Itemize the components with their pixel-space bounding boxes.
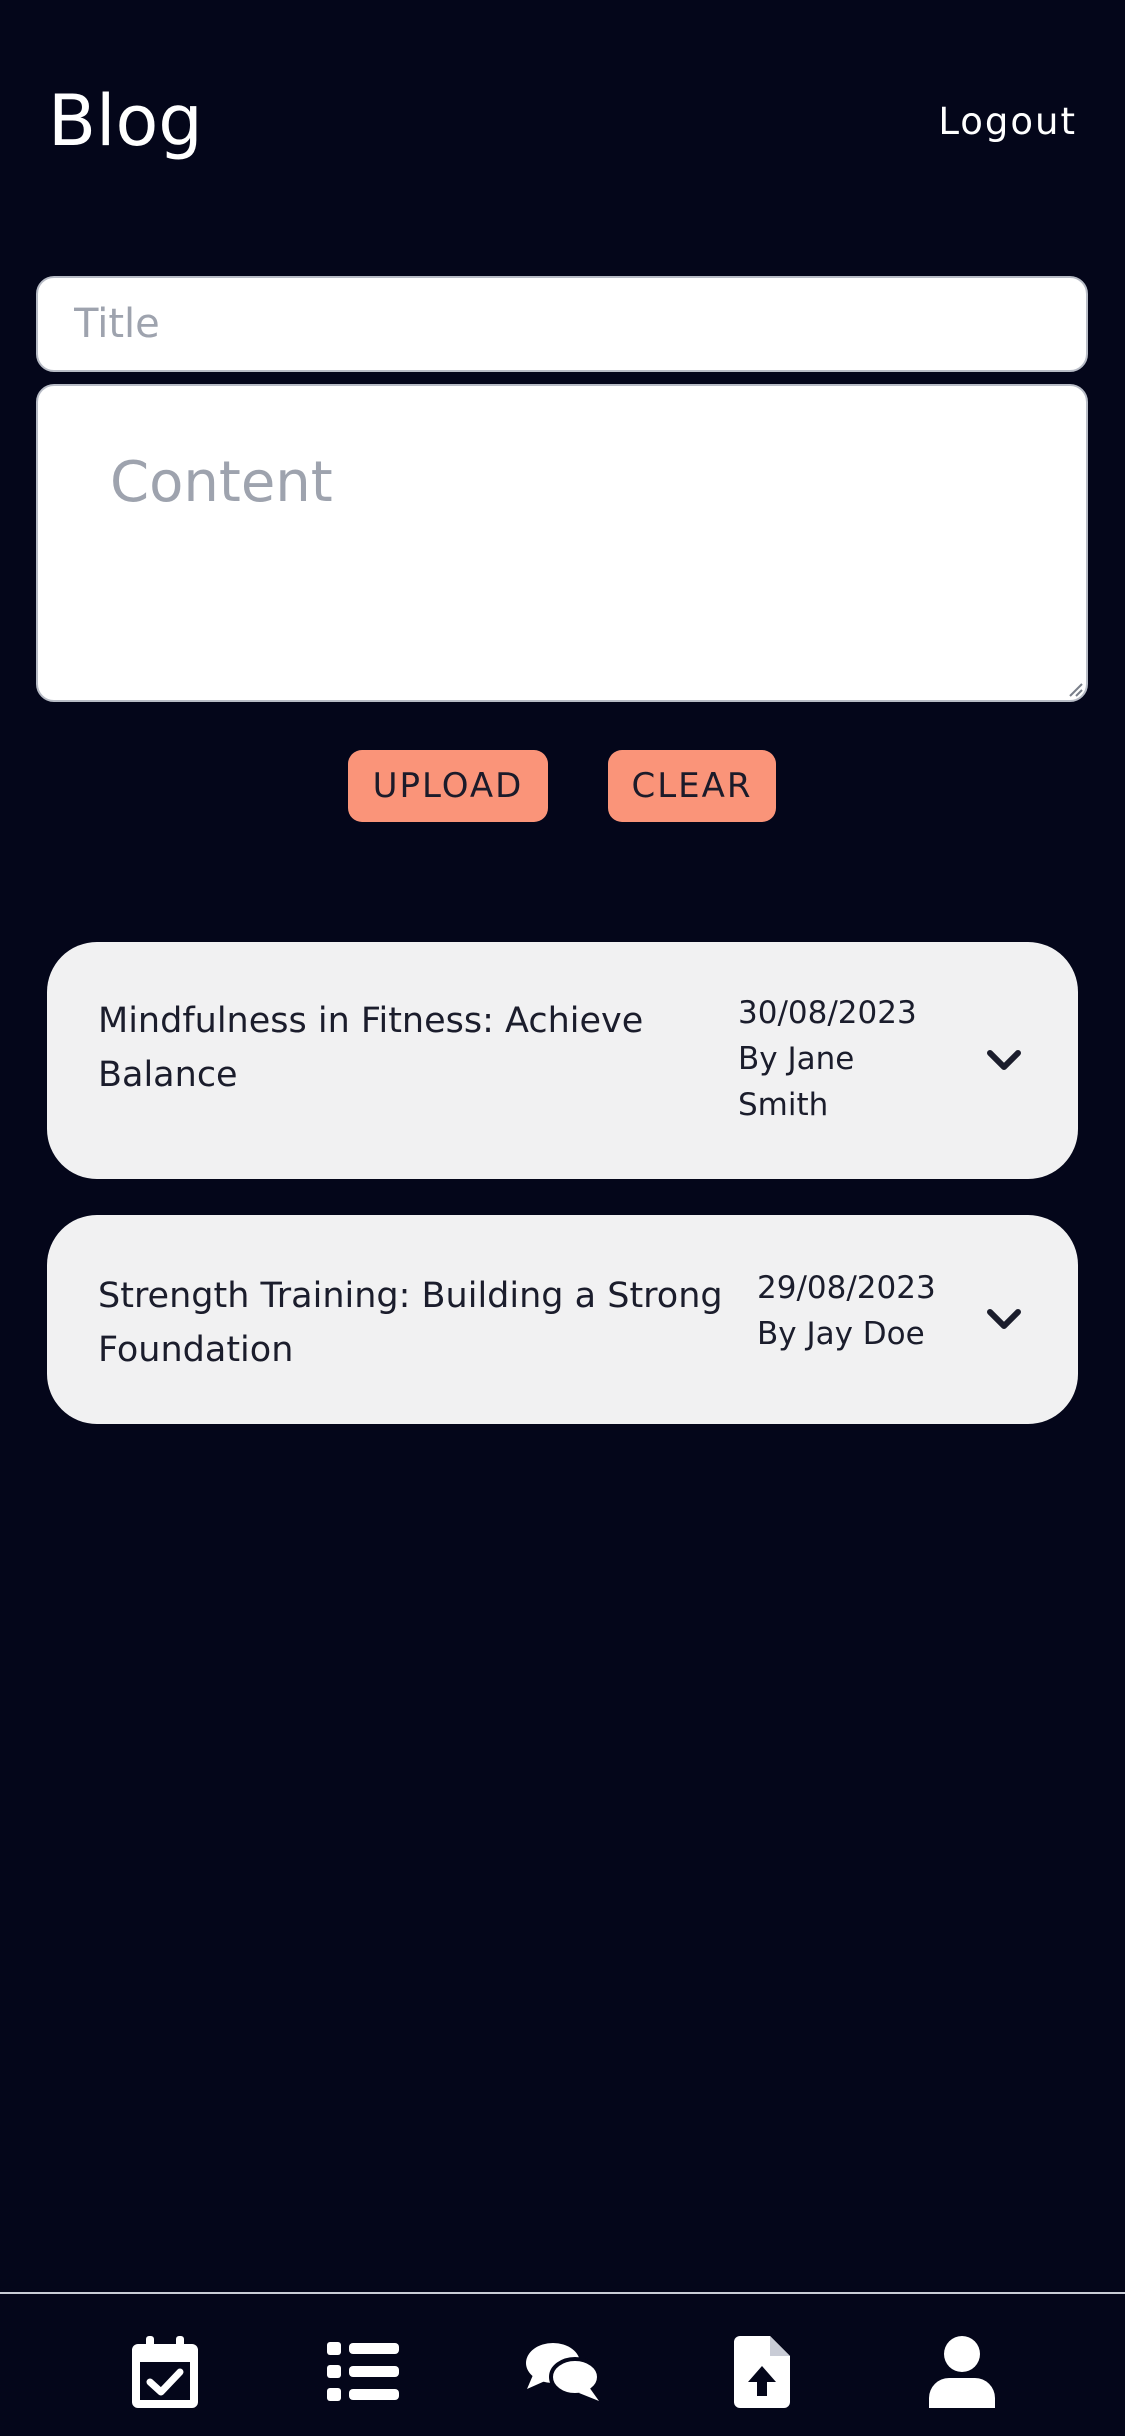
chevron-down-icon[interactable] — [984, 1040, 1024, 1080]
post-meta: 30/08/2023 By Jane Smith — [738, 990, 938, 1128]
blog-screen: Blog Logout UPLOAD CLEAR Mindfulness in … — [0, 0, 1125, 2436]
content-textarea[interactable] — [36, 384, 1088, 702]
post-title: Mindfulness in Fitness: Achieve Balance — [98, 1001, 644, 1095]
logout-link[interactable]: Logout — [938, 100, 1077, 144]
post-title: Strength Training: Building a Strong Fou… — [98, 1276, 723, 1370]
resize-grip-icon[interactable] — [1066, 680, 1084, 698]
comments-icon — [526, 2343, 601, 2401]
post-meta: 29/08/2023 By Jay Doe — [757, 1265, 957, 1357]
title-input[interactable] — [36, 276, 1088, 372]
nav-messages[interactable] — [523, 2332, 603, 2412]
list-icon — [327, 2342, 399, 2401]
clear-button[interactable]: CLEAR — [608, 750, 776, 822]
nav-list[interactable] — [323, 2332, 403, 2412]
post-card[interactable]: Strength Training: Building a Strong Fou… — [47, 1215, 1078, 1424]
chevron-down-icon[interactable] — [984, 1299, 1024, 1339]
post-card[interactable]: Mindfulness in Fitness: Achieve Balance … — [47, 942, 1078, 1179]
nav-upload[interactable] — [722, 2332, 802, 2412]
calendar-check-icon — [132, 2336, 198, 2408]
upload-button[interactable]: UPLOAD — [348, 750, 548, 822]
post-date: 29/08/2023 — [757, 1270, 936, 1306]
page-title: Blog — [48, 80, 203, 162]
bottom-nav — [0, 2292, 1125, 2436]
nav-profile[interactable] — [922, 2332, 1002, 2412]
nav-calendar[interactable] — [125, 2332, 205, 2412]
post-author: By Jane Smith — [738, 1041, 855, 1123]
user-icon — [929, 2336, 995, 2408]
post-date: 30/08/2023 — [738, 995, 917, 1031]
post-author: By Jay Doe — [757, 1316, 925, 1352]
file-upload-icon — [734, 2336, 790, 2408]
